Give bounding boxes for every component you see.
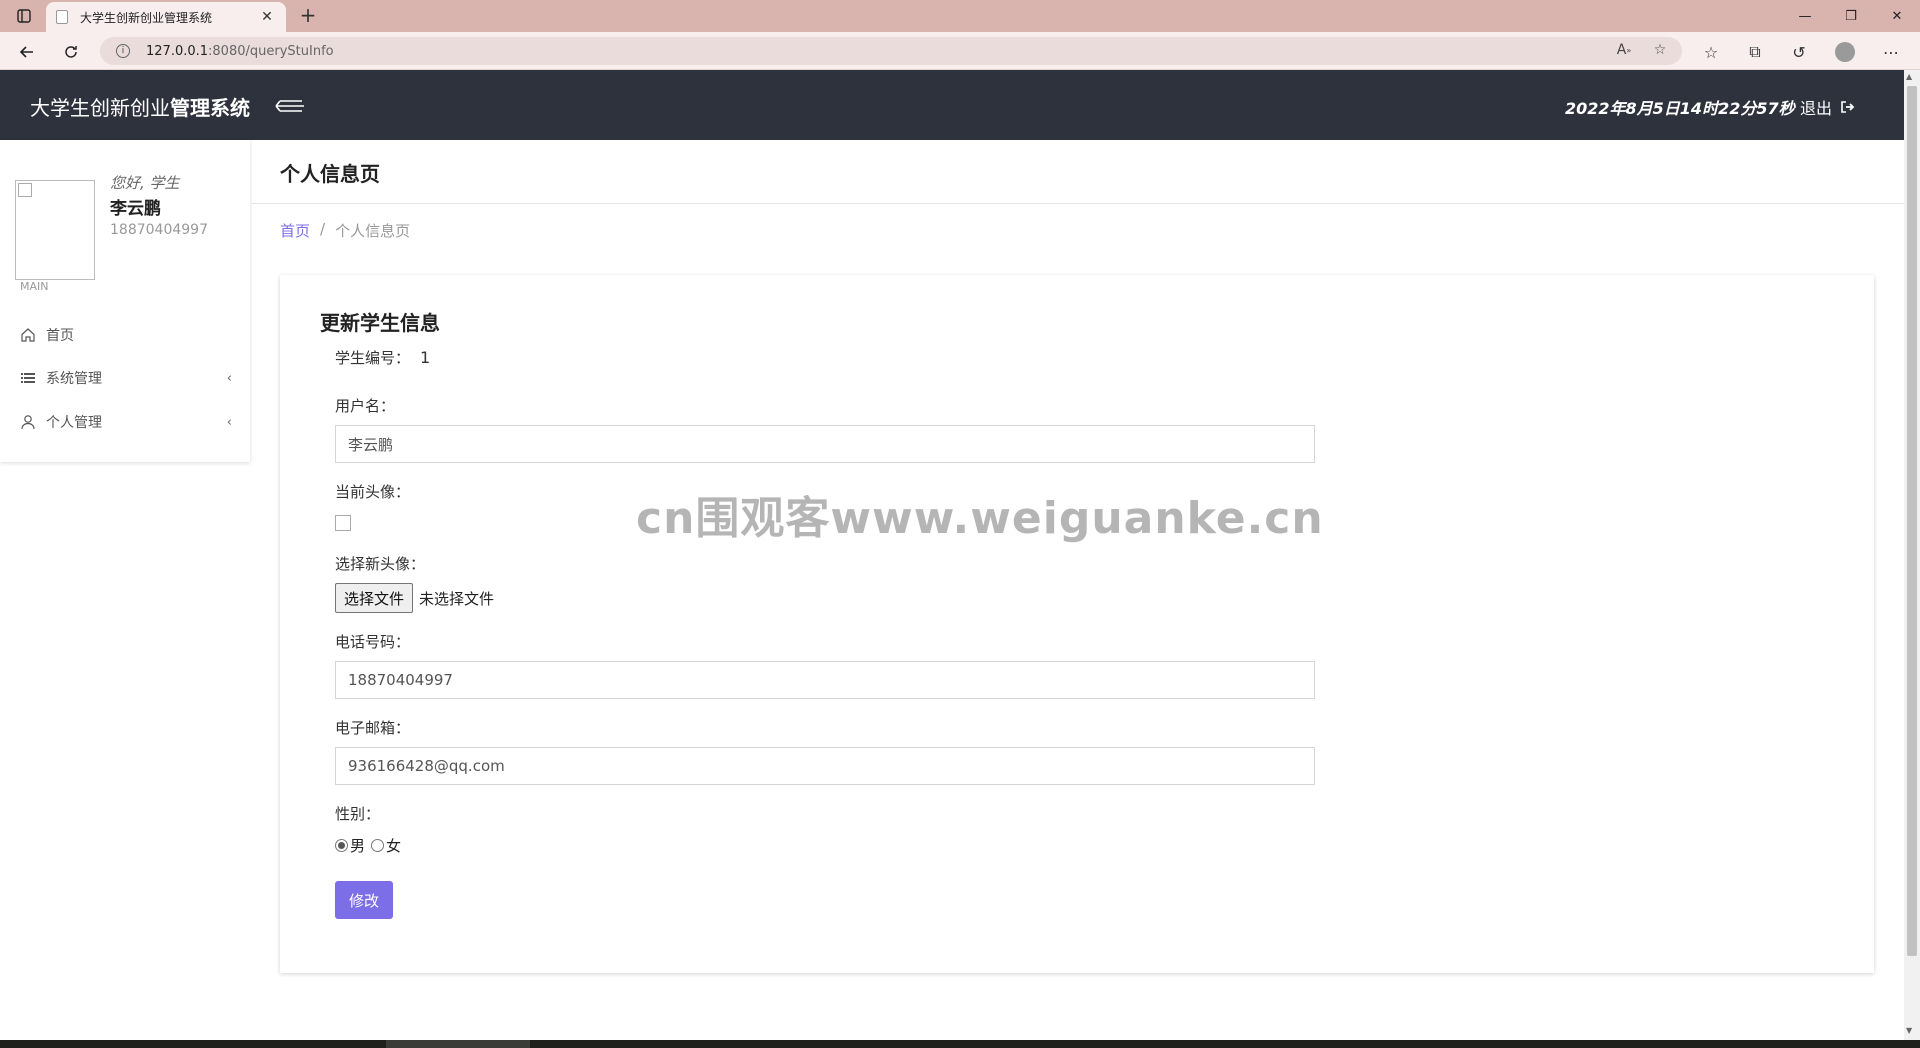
sidebar-item-label: 系统管理 <box>46 371 102 387</box>
browser-toolbar: i 127.0.0.1:8080/queryStuInfo A» ☆ ☆ ⧉ ↺… <box>0 32 1920 70</box>
gender-radio-group: 男 女 <box>335 835 401 856</box>
url-path: :8080/queryStuInfo <box>208 43 334 59</box>
scrollbar-thumb[interactable] <box>1907 86 1917 956</box>
gender-female-label: 女 <box>386 837 402 855</box>
tab-title: 大学生创新创业管理系统 <box>80 10 213 25</box>
breadcrumb: 首页 / 个人信息页 <box>280 220 410 241</box>
email-input[interactable]: 936166428@qq.com <box>335 747 1315 785</box>
profile-button[interactable] <box>1832 39 1858 65</box>
brand-bold: 管理系统 <box>170 96 250 120</box>
current-avatar-image <box>335 515 351 531</box>
breadcrumb-home-link[interactable]: 首页 <box>280 220 310 241</box>
logout-button[interactable]: 退出 <box>1800 95 1856 119</box>
title-divider <box>252 203 1904 204</box>
brand-normal: 大学生创新创业 <box>30 96 170 120</box>
student-id-row: 学生编号： 1 <box>335 347 430 368</box>
app-header: 大学生创新创业管理系统 2022年8月5日14时22分57秒 退出 <box>0 70 1904 140</box>
section-label: MAIN <box>20 280 49 293</box>
site-info-icon[interactable]: i <box>116 44 130 58</box>
favorites-icon[interactable]: ☆ <box>1698 39 1724 65</box>
browser-tabbar: 大学生创新创业管理系统 ✕ + — ❐ ✕ <box>0 0 1920 32</box>
reload-icon <box>65 46 77 58</box>
sidebar-panel-icon <box>17 9 31 23</box>
address-bar[interactable]: i 127.0.0.1:8080/queryStuInfo <box>100 37 1682 65</box>
taskbar-item[interactable] <box>386 1040 530 1048</box>
arrow-left-icon <box>19 46 33 58</box>
list-icon <box>18 368 38 388</box>
new-avatar-label: 选择新头像： <box>335 555 426 573</box>
brand-title[interactable]: 大学生创新创业管理系统 <box>30 92 250 121</box>
phone-label: 电话号码： <box>335 633 411 651</box>
chevron-left-icon: ‹ <box>226 370 232 386</box>
sidebar-item-label: 首页 <box>46 328 74 344</box>
user-icon <box>18 412 38 432</box>
restore-button[interactable]: ❐ <box>1828 0 1874 32</box>
sidebar-item-system[interactable]: 系统管理 ‹ <box>0 358 250 398</box>
sidebar-item-personal[interactable]: 个人管理 ‹ <box>0 402 250 442</box>
gender-male-radio[interactable] <box>335 839 348 852</box>
read-aloud-icon[interactable]: A» <box>1612 38 1636 62</box>
watermark: cn围观客www.weiguanke.cn <box>636 493 1324 544</box>
back-button[interactable] <box>14 39 40 65</box>
breadcrumb-separator: / <box>320 220 326 238</box>
profile-avatar-icon <box>1835 42 1855 62</box>
form-title: 更新学生信息 <box>320 311 440 335</box>
choose-file-button[interactable]: 选择文件 <box>335 583 414 613</box>
file-status: 未选择文件 <box>419 589 495 608</box>
student-id-label: 学生编号： <box>335 349 411 367</box>
username-input[interactable]: 李云鹏 <box>335 425 1315 463</box>
breadcrumb-current: 个人信息页 <box>335 222 411 240</box>
page-icon <box>56 10 68 24</box>
tab-close-icon[interactable]: ✕ <box>258 9 276 25</box>
current-datetime: 2022年8月5日14时22分57秒 <box>1565 99 1795 118</box>
sidebar: 您好, 学生 李云鹏 18870404997 MAIN 首页 系统管理 ‹ 个人… <box>0 140 250 462</box>
submit-button[interactable]: 修改 <box>335 881 393 919</box>
tab-actions-button[interactable] <box>10 4 38 28</box>
scroll-up-arrow-icon[interactable]: ▲ <box>1906 72 1912 81</box>
url-host: 127.0.0.1 <box>146 43 209 59</box>
browser-tab-active[interactable]: 大学生创新创业管理系统 ✕ <box>46 2 286 32</box>
email-label: 电子邮箱： <box>335 719 411 737</box>
user-avatar <box>15 180 95 280</box>
phone-input[interactable]: 18870404997 <box>335 661 1315 699</box>
student-id-value: 1 <box>420 348 431 367</box>
sidebar-item-label: 个人管理 <box>46 415 102 431</box>
current-avatar-label: 当前头像： <box>335 483 411 501</box>
update-form-card: 更新学生信息 学生编号： 1 用户名： 李云鹏 当前头像： 选择新头像： 选择文件… <box>280 275 1874 973</box>
logout-label: 退出 <box>1800 99 1833 118</box>
user-name: 李云鹏 <box>110 199 161 219</box>
gender-female-radio[interactable] <box>371 839 385 852</box>
gender-male-label: 男 <box>350 837 366 855</box>
username-label: 用户名： <box>335 397 396 415</box>
user-phone: 18870404997 <box>110 222 208 238</box>
home-icon <box>18 325 38 345</box>
menu-toggle-button[interactable] <box>270 98 306 114</box>
menu-collapse-icon <box>275 100 304 112</box>
minimize-button[interactable]: — <box>1782 0 1828 32</box>
add-favorite-icon[interactable]: ☆ <box>1648 38 1672 62</box>
new-tab-button[interactable]: + <box>296 4 320 28</box>
scroll-down-arrow-icon[interactable]: ▼ <box>1906 1026 1912 1035</box>
page-title: 个人信息页 <box>280 162 380 186</box>
file-input: 选择文件 未选择文件 <box>335 583 494 613</box>
gender-label: 性别： <box>335 805 381 823</box>
sign-out-icon <box>1841 101 1855 113</box>
sidebar-item-home[interactable]: 首页 <box>0 315 250 355</box>
more-menu-icon[interactable]: ⋯ <box>1878 39 1904 65</box>
reload-button[interactable] <box>58 39 84 65</box>
greeting: 您好, 学生 <box>110 174 180 192</box>
chevron-left-icon: ‹ <box>226 414 232 430</box>
collections-icon[interactable]: ⧉ <box>1742 39 1768 65</box>
history-icon[interactable]: ↺ <box>1786 39 1812 65</box>
broken-image-icon <box>18 183 32 197</box>
window-close-button[interactable]: ✕ <box>1874 0 1920 32</box>
os-taskbar <box>0 1040 1920 1048</box>
